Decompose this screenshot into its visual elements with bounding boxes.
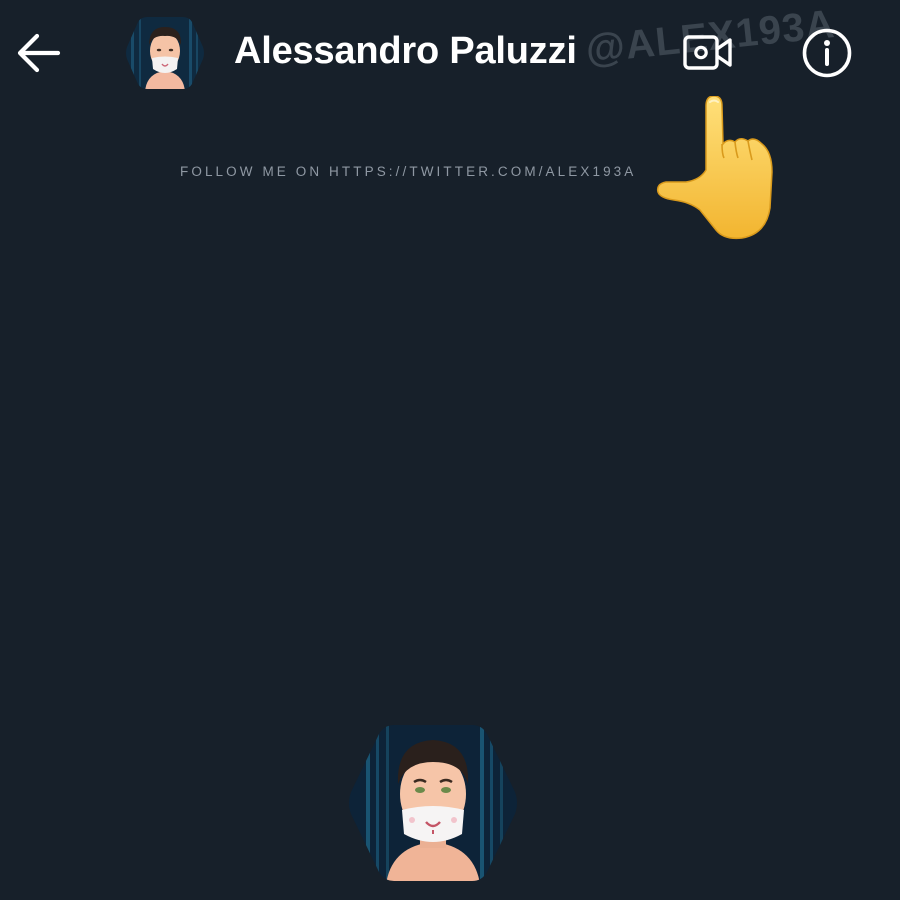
avatar[interactable] (125, 15, 205, 91)
back-button[interactable] (14, 30, 62, 76)
info-button[interactable] (801, 27, 853, 79)
arrow-left-icon (17, 33, 61, 73)
conversation-header: Alessandro Paluzzi @ALEX193A (0, 0, 900, 105)
conversation-title: Alessandro Paluzzi (234, 30, 577, 72)
info-circle-icon (802, 28, 852, 78)
follow-me-text: FOLLOW ME ON HTTPS://TWITTER.COM/ALEX193… (180, 164, 637, 179)
pointing-hand-icon (656, 95, 778, 240)
conversation-screen: Alessandro Paluzzi @ALEX193A FOLLOW ME O… (0, 0, 900, 900)
profile-avatar[interactable] (346, 722, 520, 884)
video-call-button[interactable] (682, 30, 734, 76)
video-camera-icon (683, 35, 732, 70)
